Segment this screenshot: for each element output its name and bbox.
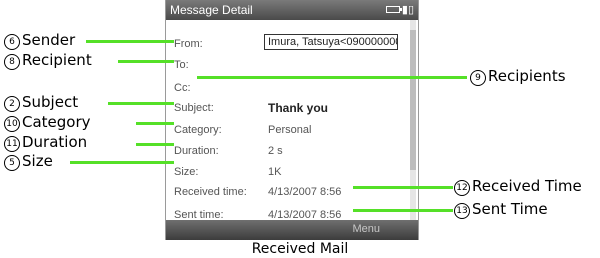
- annotation-recipient: 8 Recipient: [4, 51, 92, 70]
- battery-icon: [386, 6, 402, 13]
- leader-line-duration: [136, 143, 174, 146]
- menu-softkey[interactable]: Menu: [352, 223, 380, 235]
- annotation-text: Size: [22, 152, 53, 170]
- annotation-number: 5: [4, 155, 20, 171]
- cc-label: Cc:: [174, 82, 191, 94]
- annotation-number: 12: [454, 180, 470, 196]
- message-detail-content: From: To: Cc: Subject: Thank you Categor…: [166, 20, 418, 221]
- annotation-number: 10: [4, 116, 20, 132]
- annotation-text: Recipient: [22, 51, 92, 69]
- annotation-number: 6: [4, 34, 20, 50]
- leader-line-category: [136, 122, 174, 125]
- to-label: To:: [174, 59, 189, 71]
- annotation-number: 8: [4, 54, 20, 70]
- annotation-text: Category: [22, 113, 91, 131]
- duration-label: Duration:: [174, 145, 219, 157]
- annotation-duration: 11 Duration: [4, 133, 87, 152]
- annotation-sent-time: 13 Sent Time: [454, 200, 548, 219]
- leader-line-received-time: [353, 186, 453, 189]
- leader-line-sent-time: [353, 209, 453, 212]
- annotation-text: Duration: [22, 133, 88, 151]
- phone-screen: Message Detail ▮▯ From: To: Cc: Subject:…: [165, 0, 419, 240]
- annotation-number: 2: [4, 96, 20, 112]
- annotation-sender: 6 Sender: [4, 31, 75, 50]
- annotation-recipients: 9 Recipients: [470, 67, 566, 86]
- leader-line-sender: [86, 40, 174, 43]
- subject-value: Thank you: [268, 101, 329, 115]
- leader-line-recipients: [197, 76, 467, 79]
- subject-label: Subject:: [174, 102, 214, 114]
- leader-line-subject: [108, 102, 174, 105]
- annotation-number: 9: [470, 70, 486, 86]
- annotation-text: Subject: [22, 93, 79, 111]
- annotation-category: 10 Category: [4, 113, 91, 132]
- signal-icon: ▮▯: [401, 4, 414, 16]
- scrollbar[interactable]: [410, 20, 416, 220]
- from-field[interactable]: Imura, Tatsuya<090000000: [264, 34, 398, 50]
- category-value: Personal: [268, 124, 312, 136]
- size-label: Size:: [174, 166, 199, 178]
- annotation-number: 11: [4, 136, 20, 152]
- received-time-value: 4/13/2007 8:56: [268, 186, 342, 198]
- leader-line-size: [70, 161, 174, 164]
- from-label: From:: [174, 38, 203, 50]
- leader-line-recipient: [118, 60, 174, 63]
- caption: Received Mail: [251, 241, 349, 257]
- annotation-received-time: 12 Received Time: [454, 177, 582, 196]
- annotation-text: Sender: [22, 31, 76, 49]
- annotation-text: Recipients: [488, 67, 566, 85]
- duration-value: 2 s: [268, 145, 283, 157]
- scrollbar-thumb[interactable]: [410, 30, 416, 170]
- received-time-label: Received time:: [174, 186, 247, 198]
- annotation-text: Sent Time: [472, 200, 548, 218]
- size-value: 1K: [268, 166, 282, 178]
- annotation-subject: 2 Subject: [4, 93, 78, 112]
- category-label: Category:: [174, 124, 222, 136]
- annotation-number: 13: [454, 203, 470, 219]
- softkey-bar: Menu: [166, 220, 418, 240]
- window-title: Message Detail: [170, 3, 253, 17]
- annotation-size: 5 Size: [4, 152, 53, 171]
- annotation-text: Received Time: [472, 177, 582, 195]
- title-bar: Message Detail ▮▯: [166, 0, 418, 20]
